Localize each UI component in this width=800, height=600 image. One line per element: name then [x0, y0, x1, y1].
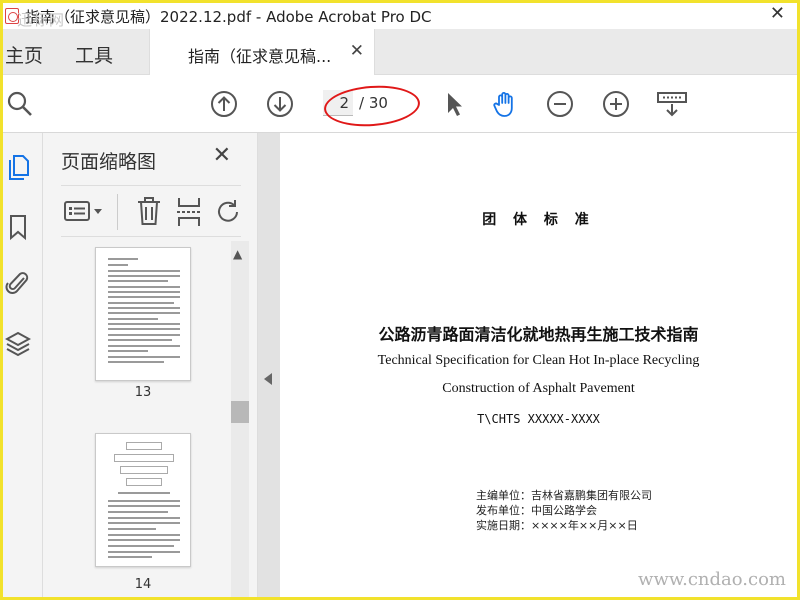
document-title-en-line2: Construction of Asphalt Pavement — [442, 381, 635, 396]
select-cursor-icon[interactable] — [439, 89, 469, 119]
main-toolbar: 2 / 30 — [3, 75, 797, 133]
publisher-unit: 发布单位：中国公路学会 — [476, 504, 597, 517]
document-page: 团 体 标 准 公路沥青路面清洁化就地热再生施工技术指南 Technical S… — [280, 133, 797, 597]
left-navigation-rail — [3, 133, 43, 597]
panel-title: 页面缩略图 — [61, 151, 157, 173]
page-thumbnail-14[interactable] — [95, 433, 191, 567]
watermark-top: 迅标网 — [17, 11, 66, 29]
tab-bar: 主页 工具 指南（征求意见稿... ✕ — [3, 29, 797, 75]
window-close-button[interactable]: ✕ — [770, 3, 785, 24]
thumbnail-scrollbar[interactable]: ▲ — [231, 241, 249, 597]
hand-tool-icon[interactable] — [491, 89, 521, 119]
window-title: 指南（征求意见稿）2022.12.pdf - Adobe Acrobat Pro… — [25, 7, 432, 26]
page-thumbnails-icon[interactable] — [5, 153, 31, 181]
scroll-up-arrow-icon[interactable]: ▲ — [233, 247, 242, 261]
tab-document-close-button[interactable]: ✕ — [350, 41, 364, 61]
effective-date: 实施日期：××××年××月××日 — [476, 519, 638, 532]
panel-collapse-bar[interactable] — [258, 133, 280, 597]
thumbnail-list: 13 14 — [61, 241, 229, 597]
panel-toolbar-separator — [117, 194, 118, 230]
bookmarks-icon[interactable] — [5, 213, 31, 241]
panel-toolbar — [61, 185, 241, 237]
tab-document-label: 指南（征求意见稿... — [188, 47, 332, 66]
delete-page-icon[interactable] — [135, 196, 163, 228]
zoom-out-icon[interactable] — [545, 89, 575, 119]
keyboard-scroll-icon[interactable] — [655, 89, 689, 119]
tab-home[interactable]: 主页 — [5, 41, 43, 68]
title-bar: 迅标网 指南（征求意见稿）2022.12.pdf - Adobe Acrobat… — [3, 3, 797, 29]
search-zoom-icon[interactable] — [5, 89, 35, 119]
page-total: / 30 — [359, 94, 388, 112]
page-thumbnails-panel: 页面缩略图 ✕ 13 14 ▲ — [43, 133, 258, 597]
editor-unit: 主编单位：吉林省嘉鹏集团有限公司 — [476, 489, 652, 502]
page-thumbnail-13[interactable] — [95, 247, 191, 381]
next-page-icon[interactable] — [265, 89, 295, 119]
page-thumbnail-label: 13 — [134, 385, 152, 400]
thumbnail-options-icon[interactable] — [63, 198, 107, 226]
page-number-input[interactable]: 2 — [323, 90, 353, 116]
document-title-cn: 公路沥青路面清洁化就地热再生施工技术指南 — [378, 325, 699, 344]
tab-document[interactable]: 指南（征求意见稿... ✕ — [149, 29, 375, 75]
collapse-left-arrow-icon[interactable] — [264, 373, 272, 385]
rotate-page-icon[interactable] — [215, 198, 243, 226]
page-thumbnail-label: 14 — [134, 577, 152, 592]
attachments-icon[interactable] — [5, 269, 31, 297]
watermark-bottom: www.cndao.com — [638, 569, 786, 590]
standard-type: 团 体 标 准 — [482, 212, 595, 228]
panel-close-button[interactable]: ✕ — [213, 143, 231, 168]
previous-page-icon[interactable] — [209, 89, 239, 119]
tab-tools[interactable]: 工具 — [75, 41, 113, 68]
zoom-in-icon[interactable] — [601, 89, 631, 119]
scrollbar-thumb[interactable] — [231, 401, 249, 423]
extract-pages-icon[interactable] — [175, 196, 203, 228]
document-code: T\CHTS XXXXX-XXXX — [477, 412, 600, 426]
layers-icon[interactable] — [5, 329, 31, 357]
document-title-en-line1: Technical Specification for Clean Hot In… — [377, 353, 700, 368]
